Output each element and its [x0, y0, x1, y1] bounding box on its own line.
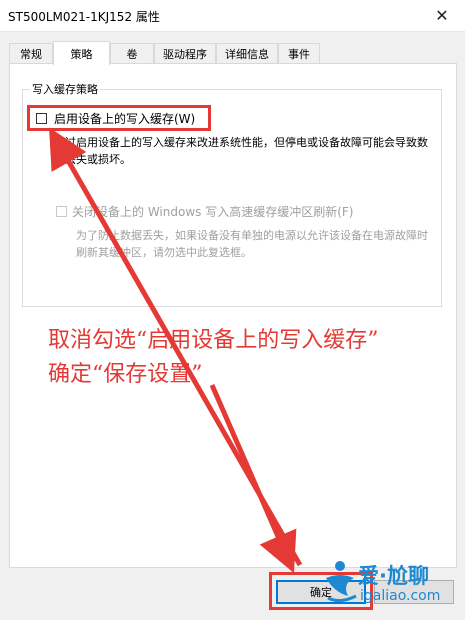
disable-buffer-flush-checkbox[interactable]	[56, 206, 67, 217]
tab-events[interactable]: 事件	[278, 43, 320, 63]
title-bar: ST500LM021-1KJ152 属性 ✕	[0, 0, 465, 32]
window-title: ST500LM021-1KJ152 属性	[8, 10, 160, 24]
annotation-line1: 取消勾选“启用设备上的写入缓存”	[48, 328, 379, 353]
enable-write-cache-label[interactable]: 启用设备上的写入缓存(W)	[54, 110, 195, 127]
watermark-logo-icon	[326, 561, 357, 603]
tab-driver[interactable]: 驱动程序	[154, 43, 216, 63]
disable-buffer-flush-description: 为了防止数据丢失，如果设备没有单独的电源以允许该设备在电源故障时刷新其缓冲区，请…	[76, 229, 428, 259]
watermark-site: igaliao.com	[360, 588, 441, 604]
tab-volumes[interactable]: 卷	[110, 43, 154, 63]
disable-buffer-flush-label[interactable]: 关闭设备上的 Windows 写入高速缓存缓冲区刷新(F)	[72, 203, 353, 220]
annotation-line2: 确定“保存设置”	[48, 362, 203, 387]
watermark-brand: 爱·尬聊	[358, 564, 429, 588]
enable-write-cache-checkbox[interactable]	[36, 113, 47, 124]
group-legend: 写入缓存策略	[30, 81, 100, 97]
watermark: 爱·尬聊 igaliao.com	[320, 558, 460, 610]
close-button[interactable]: ✕	[419, 0, 465, 31]
tab-general[interactable]: 常规	[9, 43, 53, 63]
close-icon: ✕	[435, 5, 449, 25]
tab-details[interactable]: 详细信息	[216, 43, 278, 63]
enable-write-cache-description: 通过启用设备上的写入缓存来改进系统性能，但停电或设备故障可能会导致数据丢失或损坏…	[54, 136, 428, 166]
tab-policy[interactable]: 策略	[53, 41, 110, 65]
